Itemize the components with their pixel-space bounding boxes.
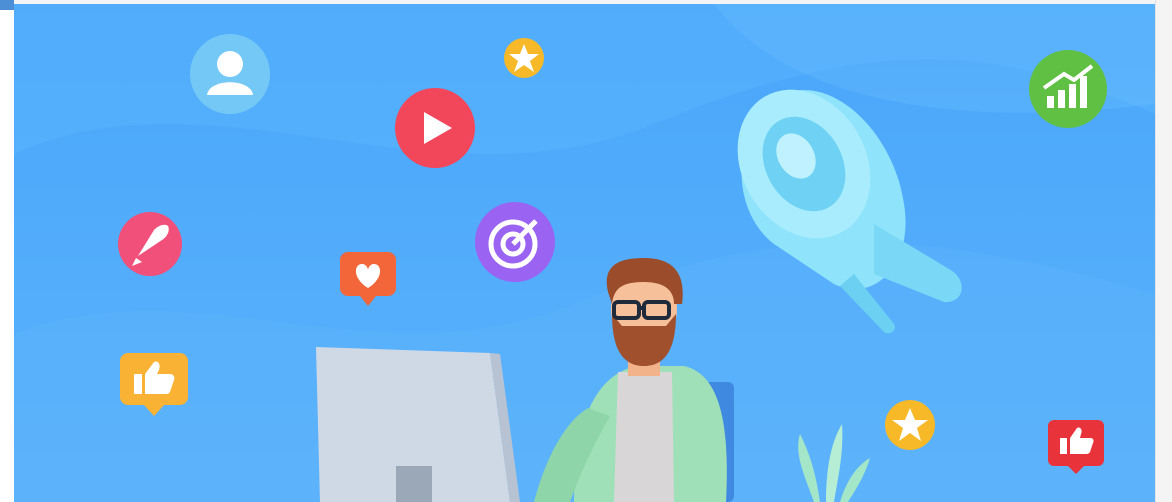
rocket-icon [118,212,182,276]
page-margin-left [0,0,14,502]
user-icon [190,34,270,114]
computer-monitor [316,347,520,502]
marketing-banner-illustration [14,4,1155,502]
play-icon [395,88,475,168]
page-margin-accent [0,0,14,10]
target-icon [475,202,555,282]
thumbs-up-red-icon [1048,420,1104,474]
heart-bubble-icon [340,252,396,306]
star-icon-bottom [885,400,935,450]
growth-chart-icon [1029,50,1107,128]
illustration-canvas [14,4,1155,502]
star-icon [504,38,544,78]
scrollbar-track[interactable] [1155,0,1172,502]
